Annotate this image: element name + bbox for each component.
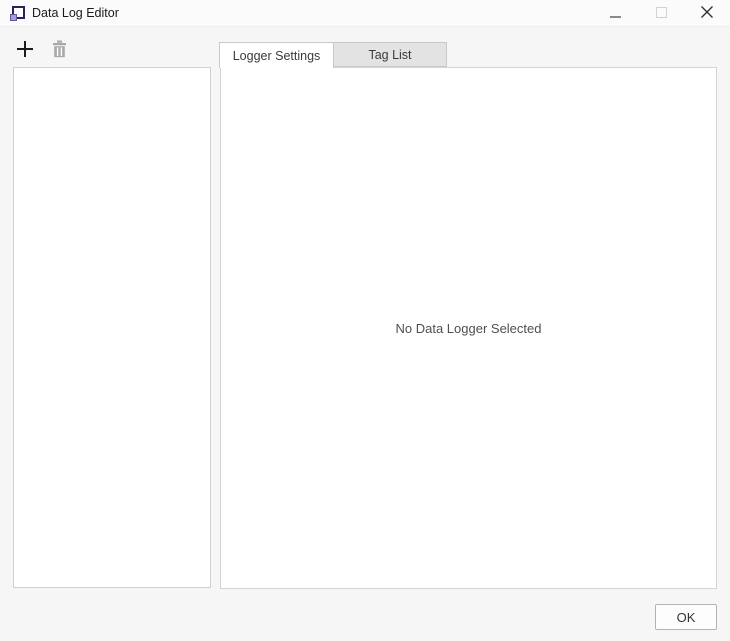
maximize-button[interactable]	[638, 0, 684, 27]
delete-logger-button[interactable]	[47, 38, 71, 62]
ok-button[interactable]: OK	[655, 604, 717, 630]
minimize-button[interactable]	[592, 0, 638, 27]
data-log-editor-dialog: Data Log Editor	[0, 0, 730, 641]
titlebar: Data Log Editor	[0, 0, 730, 27]
app-logo-icon	[10, 6, 25, 21]
trash-icon	[51, 40, 68, 61]
logo-inner-square	[10, 14, 17, 21]
empty-state-message: No Data Logger Selected	[396, 321, 542, 336]
window-title: Data Log Editor	[32, 0, 119, 27]
window-controls	[592, 0, 730, 27]
add-logger-button[interactable]	[13, 38, 37, 62]
tab-logger-settings[interactable]: Logger Settings	[219, 42, 334, 68]
tabstrip: Logger Settings Tag List	[219, 42, 447, 68]
logger-list[interactable]	[13, 67, 211, 588]
toolbar	[13, 38, 71, 62]
maximize-icon	[656, 6, 667, 21]
tab-tag-list[interactable]: Tag List	[334, 42, 447, 67]
logger-settings-panel: No Data Logger Selected	[220, 67, 717, 589]
minimize-icon	[610, 6, 621, 21]
close-icon	[701, 6, 713, 21]
plus-icon	[15, 39, 35, 62]
close-button[interactable]	[684, 0, 730, 27]
